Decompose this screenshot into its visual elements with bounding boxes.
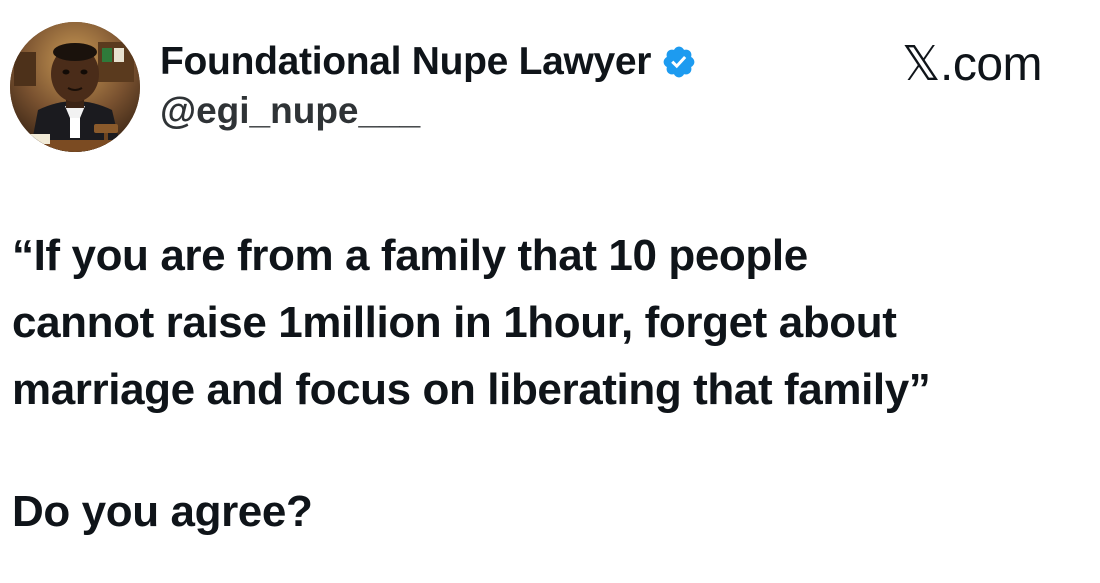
verified-badge-icon xyxy=(661,44,697,80)
author-block: Foundational Nupe Lawyer @egi_nupe___ xyxy=(160,38,697,132)
post-card: Foundational Nupe Lawyer @egi_nupe___ 𝕏.… xyxy=(0,0,1100,583)
avatar[interactable] xyxy=(10,22,140,152)
author-display-name[interactable]: Foundational Nupe Lawyer xyxy=(160,40,651,84)
author-name-row: Foundational Nupe Lawyer xyxy=(160,38,697,86)
post-question: Do you agree? xyxy=(12,487,313,536)
lawyer-avatar-icon xyxy=(10,22,140,152)
author-handle[interactable]: @egi_nupe___ xyxy=(160,90,697,132)
source-label: 𝕏.com xyxy=(901,38,1043,91)
post-text: “If you are from a family that 10 people… xyxy=(12,231,931,414)
